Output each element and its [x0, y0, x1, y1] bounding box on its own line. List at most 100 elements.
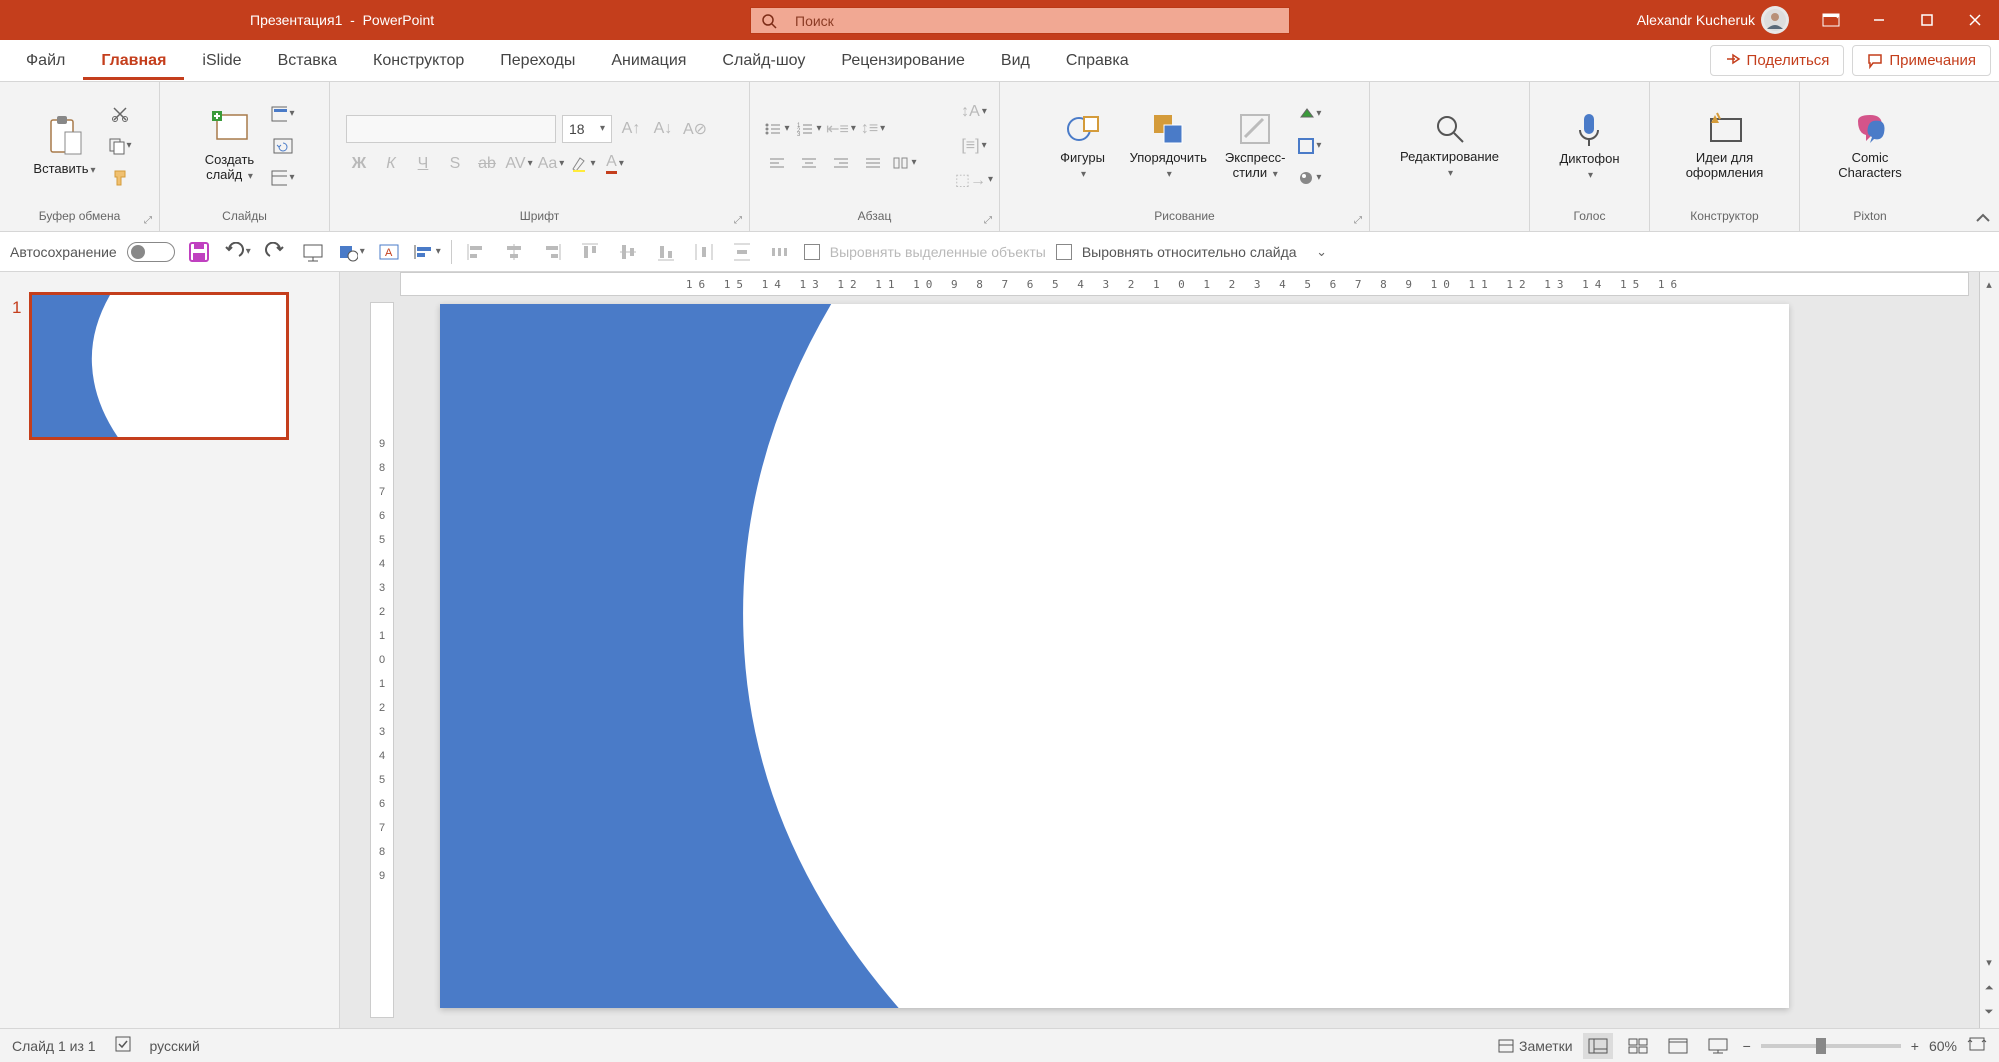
- next-slide-button[interactable]: ⏷: [1981, 1004, 1997, 1020]
- zoom-slider[interactable]: [1761, 1044, 1901, 1048]
- align-center-button[interactable]: [796, 150, 822, 176]
- notes-button[interactable]: Заметки: [1497, 1038, 1573, 1054]
- tab-animation[interactable]: Анимация: [593, 42, 704, 80]
- vertical-ruler[interactable]: 9876543210123456789: [370, 302, 394, 1018]
- align-obj-left-button[interactable]: [462, 238, 490, 266]
- qat-more-button[interactable]: ⌄: [1307, 238, 1335, 266]
- font-launcher[interactable]: ⤢: [731, 215, 745, 229]
- prev-slide-button[interactable]: ⏶: [1981, 980, 1997, 996]
- scroll-up-button[interactable]: ▴: [1981, 276, 1997, 292]
- scroll-down-button[interactable]: ▾: [1981, 954, 1997, 970]
- font-size-select[interactable]: 18▾: [562, 115, 612, 143]
- layout-button[interactable]: ▾: [271, 102, 295, 126]
- align-obj-middle-button[interactable]: [614, 238, 642, 266]
- tab-file[interactable]: Файл: [8, 42, 83, 80]
- language-indicator[interactable]: русский: [150, 1038, 200, 1054]
- textbox-button[interactable]: A: [375, 238, 403, 266]
- sorter-view-button[interactable]: [1623, 1033, 1653, 1059]
- section-button[interactable]: ▾: [271, 166, 295, 190]
- align-text-button[interactable]: [≡]▾: [961, 133, 987, 159]
- increase-font-button[interactable]: A↑: [618, 116, 644, 142]
- indent-decrease-button[interactable]: ⇤≡▾: [828, 116, 854, 142]
- line-spacing-button[interactable]: ↕≡▾: [860, 116, 886, 142]
- arrange-button[interactable]: Упорядочить▾: [1124, 107, 1213, 185]
- zoom-out-button[interactable]: −: [1743, 1038, 1751, 1054]
- distribute-v-button[interactable]: [728, 238, 756, 266]
- shadow-button[interactable]: S: [442, 151, 468, 177]
- design-ideas-button[interactable]: Идеи для оформления: [1680, 107, 1770, 185]
- tab-insert[interactable]: Вставка: [260, 42, 355, 80]
- undo-button[interactable]: ▾: [223, 238, 251, 266]
- tab-help[interactable]: Справка: [1048, 42, 1147, 80]
- tab-review[interactable]: Рецензирование: [823, 42, 983, 80]
- tab-islide[interactable]: iSlide: [184, 42, 259, 80]
- align-obj-top-button[interactable]: [576, 238, 604, 266]
- text-direction-button[interactable]: ↕A▾: [961, 99, 987, 125]
- autosave-toggle[interactable]: [127, 242, 175, 262]
- user-avatar[interactable]: [1761, 6, 1789, 34]
- vertical-scrollbar[interactable]: ▴ ▾ ⏶ ⏷: [1979, 272, 1999, 1028]
- cut-button[interactable]: [108, 102, 132, 126]
- editing-button[interactable]: Редактирование▾: [1394, 108, 1505, 184]
- zoom-in-button[interactable]: +: [1911, 1038, 1919, 1054]
- shape-effects-button[interactable]: ▾: [1297, 166, 1321, 190]
- comic-characters-button[interactable]: Comic Characters: [1832, 107, 1908, 185]
- slideshow-view-button[interactable]: [1703, 1033, 1733, 1059]
- bullets-button[interactable]: ▾: [764, 116, 790, 142]
- fit-to-window-button[interactable]: [1967, 1035, 1987, 1056]
- minimize-button[interactable]: [1855, 0, 1903, 40]
- redo-button[interactable]: [261, 238, 289, 266]
- comments-button[interactable]: Примечания: [1852, 45, 1991, 76]
- smartart-button[interactable]: ⬚→▾: [961, 167, 987, 193]
- object-align-button[interactable]: ▾: [413, 238, 441, 266]
- italic-button[interactable]: К: [378, 151, 404, 177]
- underline-button[interactable]: Ч: [410, 151, 436, 177]
- align-right-button[interactable]: [828, 150, 854, 176]
- search-box[interactable]: Поиск: [750, 7, 1290, 34]
- copy-button[interactable]: ▾: [108, 134, 132, 158]
- font-family-select[interactable]: [346, 115, 556, 143]
- collapse-ribbon-button[interactable]: [1975, 211, 1991, 227]
- align-selected-checkbox[interactable]: [804, 244, 820, 260]
- slide-canvas[interactable]: [440, 304, 1789, 1008]
- strike-button[interactable]: ab: [474, 151, 500, 177]
- align-left-button[interactable]: [764, 150, 790, 176]
- tab-transitions[interactable]: Переходы: [482, 42, 593, 80]
- close-button[interactable]: [1951, 0, 1999, 40]
- spell-check-button[interactable]: [114, 1035, 132, 1056]
- slide-thumbnail-1[interactable]: [29, 292, 289, 440]
- slideshow-start-button[interactable]: [299, 238, 327, 266]
- ribbon-display-options[interactable]: [1807, 0, 1855, 40]
- align-obj-center-button[interactable]: [500, 238, 528, 266]
- columns-button[interactable]: ▾: [892, 150, 918, 176]
- distribute-obj-button[interactable]: [766, 238, 794, 266]
- normal-view-button[interactable]: [1583, 1033, 1613, 1059]
- align-obj-right-button[interactable]: [538, 238, 566, 266]
- clipboard-launcher[interactable]: ⤢: [141, 215, 155, 229]
- new-slide-button[interactable]: Создать слайд ▾: [195, 105, 265, 187]
- bold-button[interactable]: Ж: [346, 151, 372, 177]
- format-painter-button[interactable]: [108, 166, 132, 190]
- shape-outline-button[interactable]: ▾: [1297, 134, 1321, 158]
- horizontal-ruler[interactable]: 16 15 14 13 12 11 10 9 8 7 6 5 4 3 2 1 0…: [400, 272, 1969, 296]
- reading-view-button[interactable]: [1663, 1033, 1693, 1059]
- quick-styles-button[interactable]: Экспресс- стили ▾: [1219, 107, 1292, 185]
- tab-home[interactable]: Главная: [83, 42, 184, 80]
- paste-button[interactable]: Вставить▾: [27, 110, 101, 181]
- tab-designer[interactable]: Конструктор: [355, 42, 482, 80]
- align-slide-checkbox[interactable]: [1056, 244, 1072, 260]
- reset-button[interactable]: [271, 134, 295, 158]
- align-justify-button[interactable]: [860, 150, 886, 176]
- maximize-button[interactable]: [1903, 0, 1951, 40]
- distribute-h-button[interactable]: [690, 238, 718, 266]
- slide-counter[interactable]: Слайд 1 из 1: [12, 1038, 96, 1054]
- drawing-launcher[interactable]: ⤢: [1351, 215, 1365, 229]
- dictate-button[interactable]: Диктофон▾: [1553, 106, 1625, 186]
- highlight-button[interactable]: ▾: [570, 151, 596, 177]
- spacing-button[interactable]: AV▾: [506, 151, 532, 177]
- font-color-button[interactable]: A▾: [602, 151, 628, 177]
- shape-tool-button[interactable]: ▾: [337, 238, 365, 266]
- paragraph-launcher[interactable]: ⤢: [981, 215, 995, 229]
- tab-slideshow[interactable]: Слайд-шоу: [704, 42, 823, 80]
- case-button[interactable]: Aa▾: [538, 151, 564, 177]
